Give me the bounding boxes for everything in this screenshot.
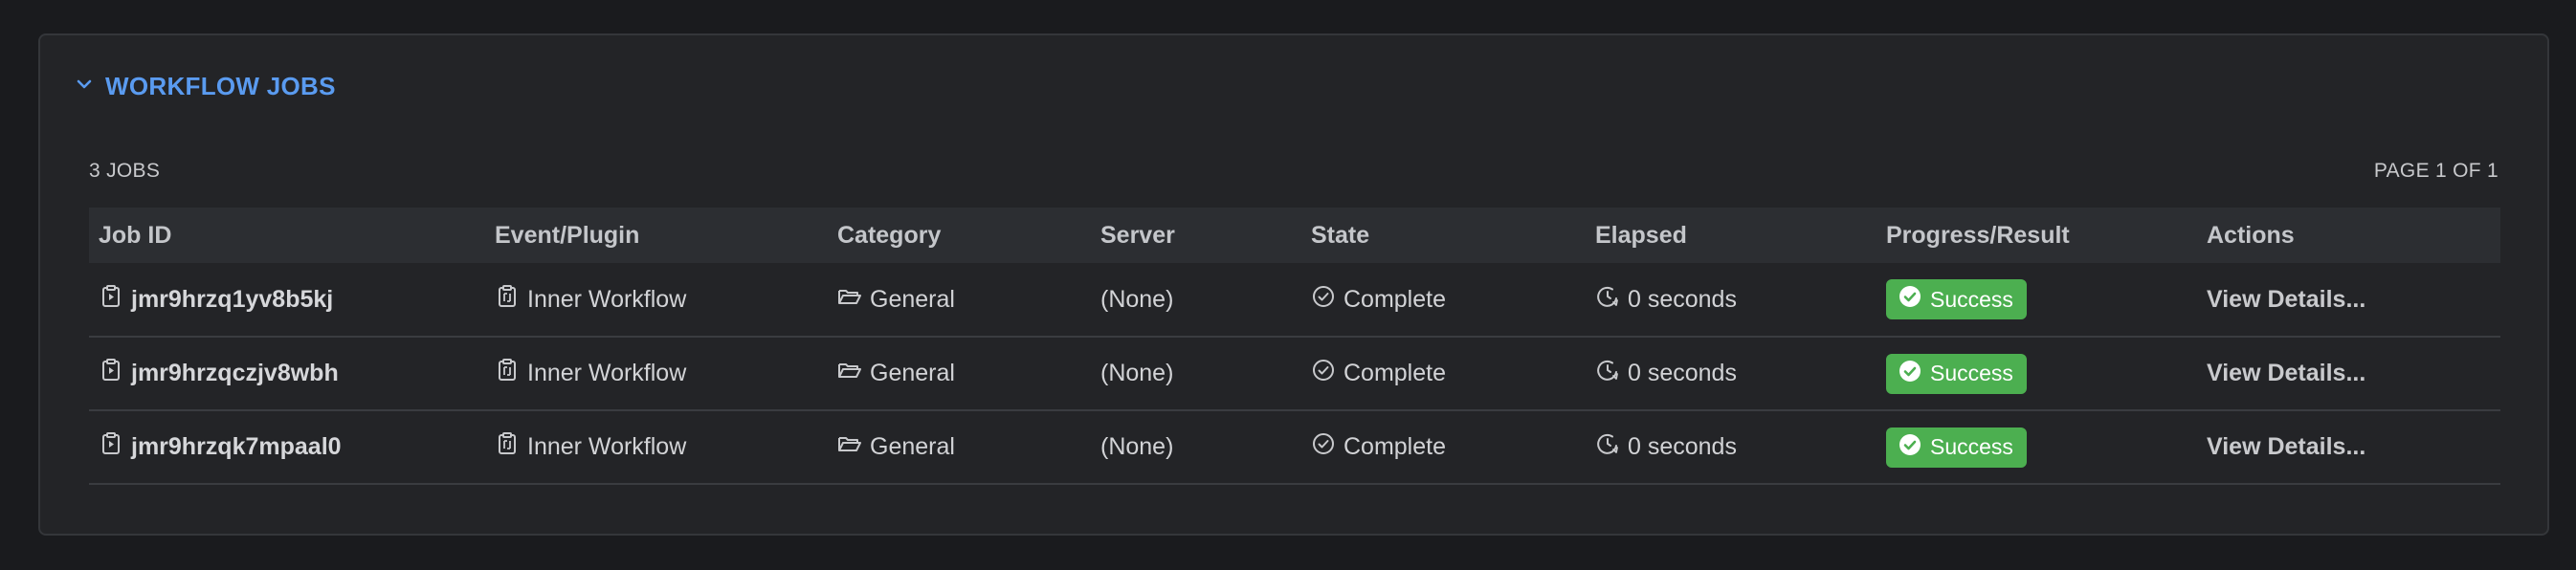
folder-open-icon xyxy=(837,431,862,463)
column-header-progress-result[interactable]: Progress/Result xyxy=(1876,208,2197,263)
view-details-link[interactable]: View Details... xyxy=(2207,360,2365,386)
clipboard-workflow-icon xyxy=(495,431,520,463)
state-text: Complete xyxy=(1344,285,1446,313)
check-circle-icon xyxy=(1311,431,1336,463)
folder-open-icon xyxy=(837,358,862,389)
check-circle-icon xyxy=(1311,284,1336,316)
column-header-category[interactable]: Category xyxy=(828,208,1091,263)
server-text: (None) xyxy=(1091,410,1301,485)
column-header-job-id[interactable]: Job ID xyxy=(89,208,485,263)
elapsed-text: 0 seconds xyxy=(1628,285,1737,313)
state-text: Complete xyxy=(1344,433,1446,460)
folder-open-icon xyxy=(837,284,862,316)
view-details-link[interactable]: View Details... xyxy=(2207,433,2365,460)
column-header-state[interactable]: State xyxy=(1301,208,1586,263)
chevron-down-icon xyxy=(75,75,94,99)
status-badge-label: Success xyxy=(1930,286,2013,312)
clock-icon xyxy=(1595,431,1620,463)
clipboard-play-icon xyxy=(99,284,123,316)
table-row: jmr9hrzqczjv8wbh Inner Workflow General … xyxy=(89,337,2500,411)
page-indicator: PAGE 1 OF 1 xyxy=(2373,160,2498,182)
section-title: WORKFLOW JOBS xyxy=(105,72,336,100)
status-badge-label: Success xyxy=(1930,434,2013,459)
workflow-jobs-panel: WORKFLOW JOBS 3 JOBS PAGE 1 OF 1 Job ID … xyxy=(38,33,2549,536)
clipboard-workflow-icon xyxy=(495,284,520,316)
status-badge: Success xyxy=(1886,427,2027,468)
job-id-link[interactable]: jmr9hrzqczjv8wbh xyxy=(131,360,339,387)
check-circle-filled-icon xyxy=(1898,359,1922,389)
table-row: jmr9hrzq1yv8b5kj Inner Workflow General … xyxy=(89,263,2500,338)
check-circle-filled-icon xyxy=(1898,284,1922,315)
section-toggle[interactable]: WORKFLOW JOBS xyxy=(75,72,336,101)
column-header-elapsed[interactable]: Elapsed xyxy=(1586,208,1876,263)
category-text: General xyxy=(870,360,955,386)
state-text: Complete xyxy=(1344,360,1446,386)
server-text: (None) xyxy=(1091,337,1301,411)
clipboard-play-icon xyxy=(99,358,123,389)
clipboard-workflow-icon xyxy=(495,358,520,389)
job-id-link[interactable]: jmr9hrzqk7mpaal0 xyxy=(131,433,342,461)
elapsed-text: 0 seconds xyxy=(1628,433,1737,460)
check-circle-filled-icon xyxy=(1898,432,1922,463)
category-text: General xyxy=(870,433,955,460)
check-circle-icon xyxy=(1311,358,1336,389)
job-id-cell[interactable]: jmr9hrzq1yv8b5kj xyxy=(99,284,333,316)
event-plugin-text: Inner Workflow xyxy=(527,285,687,313)
category-text: General xyxy=(870,285,955,313)
table-row: jmr9hrzqk7mpaal0 Inner Workflow General … xyxy=(89,410,2500,485)
event-plugin-text: Inner Workflow xyxy=(527,433,687,460)
column-header-event-plugin[interactable]: Event/Plugin xyxy=(485,208,828,263)
job-id-link[interactable]: jmr9hrzq1yv8b5kj xyxy=(131,286,333,314)
clock-icon xyxy=(1595,284,1620,316)
view-details-link[interactable]: View Details... xyxy=(2207,286,2365,313)
job-id-cell[interactable]: jmr9hrzqczjv8wbh xyxy=(99,358,339,389)
column-header-server[interactable]: Server xyxy=(1091,208,1301,263)
clipboard-play-icon xyxy=(99,431,123,463)
column-header-actions: Actions xyxy=(2207,221,2295,249)
event-plugin-text: Inner Workflow xyxy=(527,360,687,386)
jobs-table: Job ID Event/Plugin Category Server Stat… xyxy=(89,208,2500,485)
status-badge: Success xyxy=(1886,279,2027,319)
server-text: (None) xyxy=(1091,263,1301,338)
table-meta: 3 JOBS PAGE 1 OF 1 xyxy=(89,160,2498,183)
elapsed-text: 0 seconds xyxy=(1628,360,1737,386)
table-header-row: Job ID Event/Plugin Category Server Stat… xyxy=(89,208,2500,263)
status-badge: Success xyxy=(1886,353,2027,394)
job-id-cell[interactable]: jmr9hrzqk7mpaal0 xyxy=(99,431,342,463)
clock-icon xyxy=(1595,358,1620,389)
job-count: 3 JOBS xyxy=(89,160,161,182)
status-badge-label: Success xyxy=(1930,361,2013,385)
